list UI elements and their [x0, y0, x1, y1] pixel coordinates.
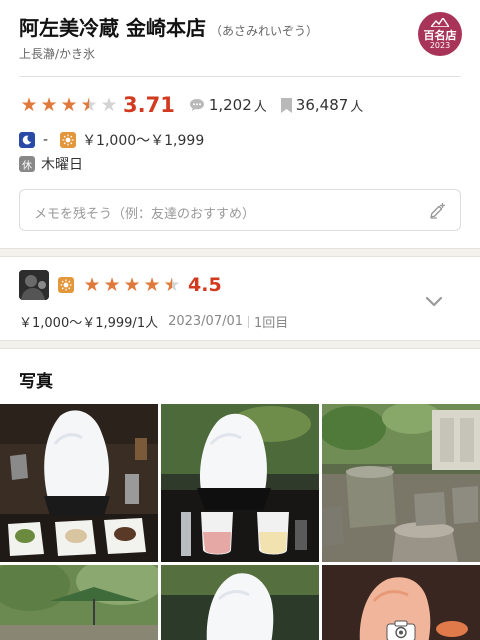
restaurant-name: 阿左美冷蔵 金崎本店: [19, 16, 206, 40]
photo-outdoor-umbrella[interactable]: [0, 565, 158, 640]
mountain-icon: [431, 18, 449, 27]
review-price: ￥1,000～￥1,999/1人: [19, 316, 159, 331]
rating-row: ★ ★ ★ ★ ★ 3.71 1,202 人 36,487 人: [19, 93, 363, 117]
reviews-count[interactable]: 1,202 人: [189, 96, 267, 115]
photo-grid: [0, 404, 480, 640]
star-half-icon: ★: [80, 94, 98, 116]
dinner-budget: -: [43, 132, 49, 148]
reviews-count-value: 1,202: [208, 96, 252, 114]
photos-heading: 写真: [19, 372, 53, 392]
sun-icon: [60, 132, 77, 148]
restaurant-header: 阿左美冷蔵 金崎本店 （あさみれいぞう） 上長瀞/かき氷 百名店 2023 ★ ★…: [0, 0, 480, 250]
review-visit-count: 1回目: [254, 316, 289, 331]
bookmarks-count-unit: 人: [350, 99, 364, 115]
section-divider: [0, 340, 480, 349]
divider: [19, 76, 461, 77]
closed-icon: 休: [19, 156, 35, 172]
pencil-plus-icon[interactable]: [428, 202, 446, 220]
memo-placeholder: メモを残そう（例：友達のおすすめ）: [34, 207, 256, 222]
review-meta: ￥1,000～￥1,999/1人 2023/07/01 1回目: [19, 312, 288, 331]
badge-year: 2023: [429, 41, 451, 50]
section-divider: [0, 248, 480, 257]
closed-days: 木曜日: [41, 157, 83, 173]
hyakumeiten-badge[interactable]: 百名店 2023: [418, 12, 462, 56]
restaurant-title: 阿左美冷蔵 金崎本店 （あさみれいぞう）: [19, 12, 318, 41]
photo-shaved-ice[interactable]: [161, 565, 319, 640]
photo-garden-seating[interactable]: [322, 404, 480, 562]
review-date: 2023/07/01: [168, 314, 244, 329]
review-score: 4.5: [188, 274, 222, 296]
area-genre[interactable]: 上長瀞/かき氷: [19, 45, 95, 62]
star-icon: ★: [60, 94, 78, 116]
restaurant-kana: （あさみれいぞう）: [209, 24, 318, 38]
budget-row: - ￥1,000～￥1,999: [19, 130, 204, 150]
separator: [248, 315, 250, 328]
photo-shaved-ice-set[interactable]: [0, 404, 158, 562]
memo-field[interactable]: メモを残そう（例：友達のおすすめ）: [19, 189, 461, 231]
avatar[interactable]: [19, 270, 49, 300]
my-review[interactable]: ★ ★ ★ ★ ★ 4.5 ￥1,000～￥1,999/1人 2023/07/0…: [0, 258, 480, 342]
bookmarks-count[interactable]: 36,487 人: [280, 96, 364, 115]
star-icon: ★: [20, 94, 38, 116]
star-icon: ★: [103, 274, 121, 296]
chevron-down-icon[interactable]: [425, 296, 443, 308]
bookmark-icon: [280, 97, 292, 113]
rating-score[interactable]: 3.71: [123, 93, 175, 117]
reviews-count-unit: 人: [253, 99, 267, 115]
star-empty-icon: ★: [100, 94, 118, 116]
star-icon: ★: [83, 274, 101, 296]
comment-icon: [189, 99, 204, 111]
bookmarks-count-value: 36,487: [295, 96, 349, 114]
star-icon: ★: [143, 274, 161, 296]
closed-days-row: 休 木曜日: [19, 154, 83, 174]
camera-icon[interactable]: [386, 620, 416, 640]
star-icon: ★: [40, 94, 58, 116]
star-half-icon: ★: [163, 274, 181, 296]
review-rating: ★ ★ ★ ★ ★ 4.5: [82, 274, 222, 296]
sun-icon: [58, 277, 74, 293]
star-icon: ★: [123, 274, 141, 296]
moon-icon: [19, 132, 35, 148]
lunch-budget: ￥1,000～￥1,999: [82, 133, 205, 149]
photo-shaved-ice-syrups[interactable]: [161, 404, 319, 562]
